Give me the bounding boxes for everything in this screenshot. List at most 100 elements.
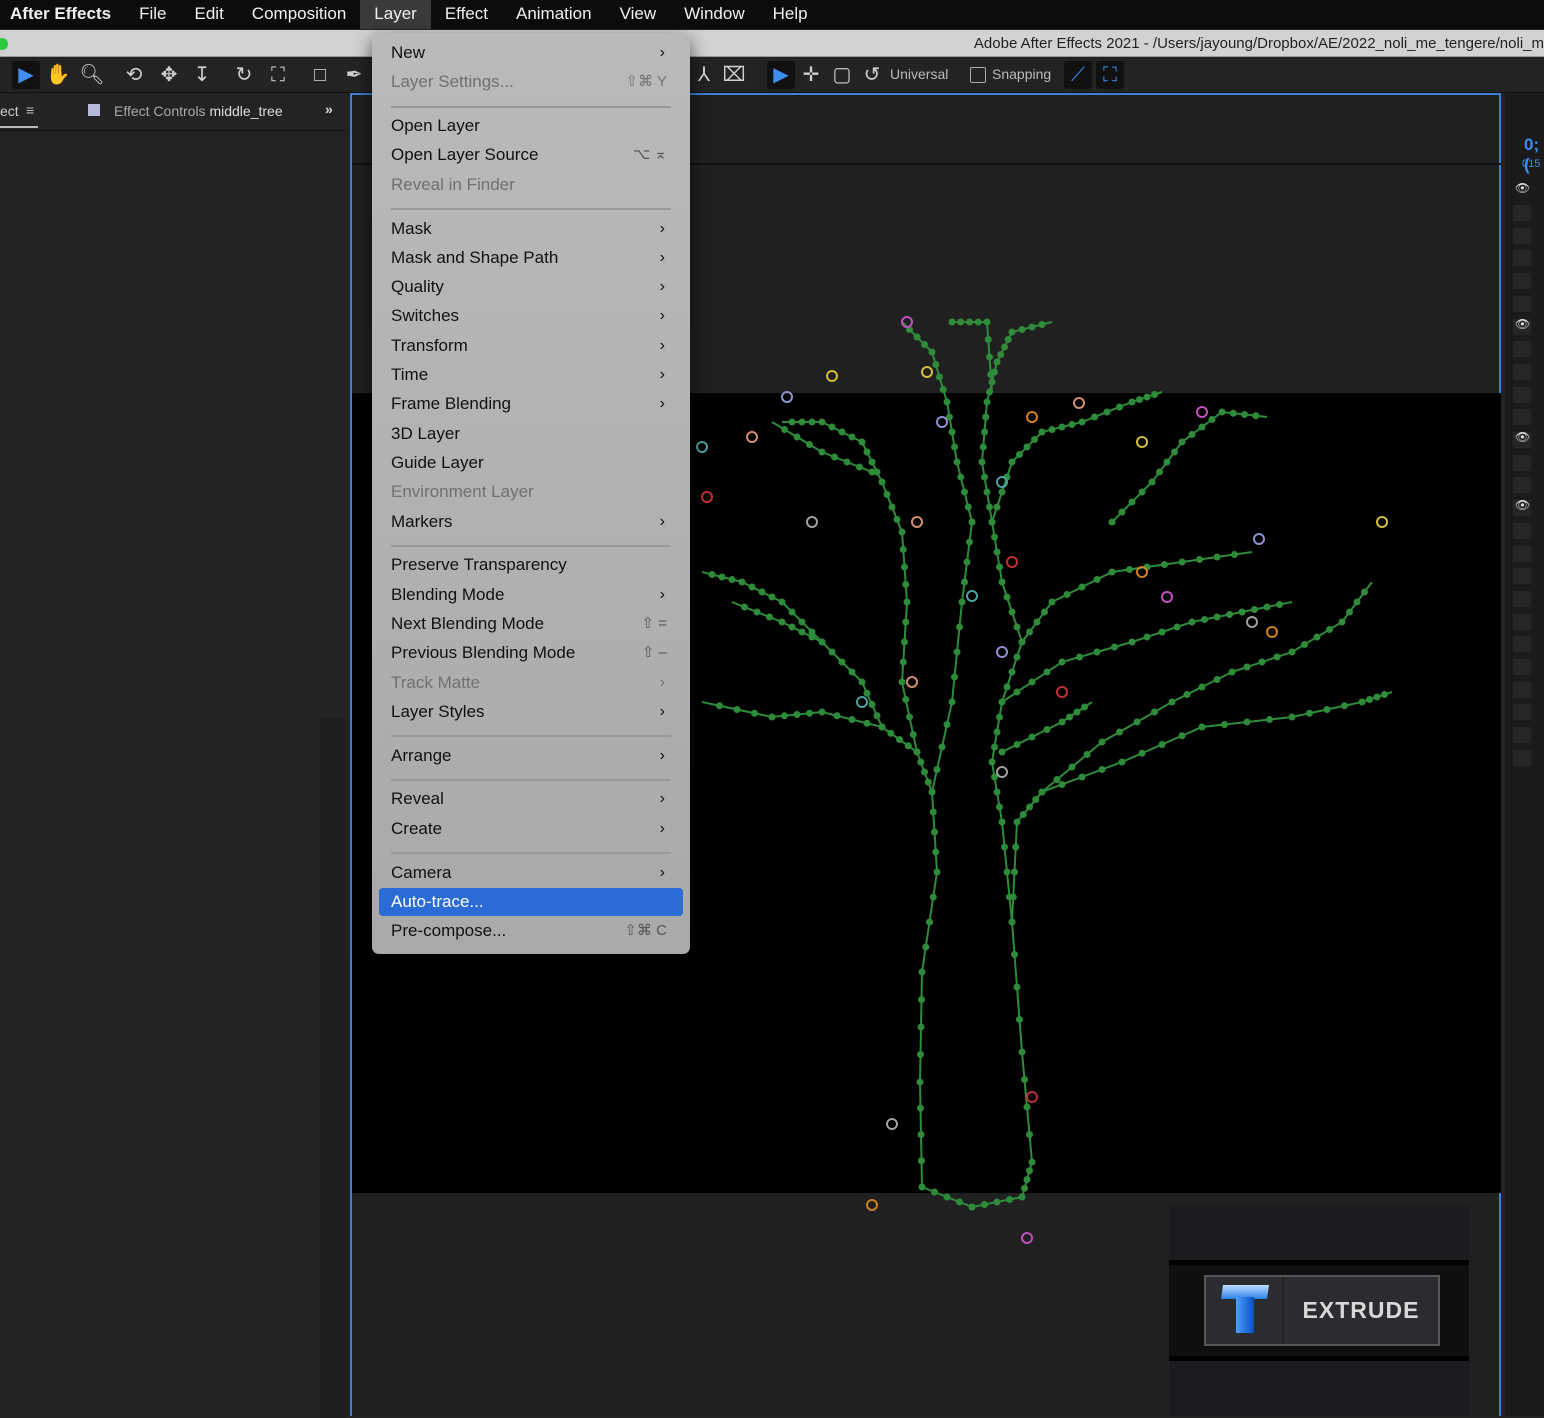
eye-icon[interactable]: 👁︎ xyxy=(1515,430,1530,444)
local-axis-select-icon[interactable]: ▶ xyxy=(767,61,795,89)
menu-item-preserve-transparency[interactable]: Preserve Transparency xyxy=(379,551,683,579)
scrollbar[interactable] xyxy=(320,718,345,1418)
menu-item-new[interactable]: New › xyxy=(379,39,683,67)
menu-effect[interactable]: Effect xyxy=(431,0,502,29)
menu-item-guide-layer[interactable]: Guide Layer xyxy=(379,449,683,477)
axis-mode-label[interactable]: Universal xyxy=(890,66,948,82)
layer-switch[interactable] xyxy=(1513,477,1531,494)
eye-icon[interactable]: 👁︎ xyxy=(1515,181,1530,195)
puppet-starch-tool-icon[interactable]: ⌧ xyxy=(720,61,748,89)
menu-item-arrange[interactable]: Arrange › xyxy=(379,742,683,770)
layer-switch[interactable] xyxy=(1513,590,1531,607)
menu-file[interactable]: File xyxy=(125,0,180,29)
motion-point xyxy=(1246,616,1258,628)
layer-switch[interactable] xyxy=(1513,409,1531,426)
eye-icon[interactable]: 👁︎ xyxy=(1515,498,1530,512)
menu-item-blending-mode[interactable]: Blending Mode › xyxy=(379,581,683,609)
menu-item-time[interactable]: Time › xyxy=(379,361,683,389)
layer-switch[interactable] xyxy=(1513,295,1531,312)
path-vertex xyxy=(1221,721,1228,728)
rectangle-tool-icon[interactable]: □ xyxy=(306,61,334,89)
effect-controls-tab[interactable]: Effect Controls middle_tree xyxy=(114,103,283,119)
menu-item-camera[interactable]: Camera › xyxy=(379,859,683,887)
snapping-label[interactable]: Snapping xyxy=(992,66,1051,82)
panel-menu-icon[interactable]: ≡ xyxy=(26,102,34,118)
menu-item-layer-settings[interactable]: Layer Settings... ⇧⌘ Y xyxy=(379,68,683,96)
path-vertex xyxy=(983,488,991,496)
zoom-tool-icon[interactable]: 🔍︎ xyxy=(78,61,106,89)
menu-item-transform[interactable]: Transform › xyxy=(379,332,683,360)
layer-switch[interactable] xyxy=(1513,704,1531,721)
layer-switch[interactable] xyxy=(1513,250,1531,267)
menu-view[interactable]: View xyxy=(606,0,671,29)
extrude-button[interactable]: EXTRUDE xyxy=(1204,1275,1440,1346)
path-vertex xyxy=(1353,598,1361,606)
path-vertex xyxy=(1043,668,1051,676)
menu-edit[interactable]: Edit xyxy=(181,0,238,29)
menu-item-create[interactable]: Create › xyxy=(379,815,683,843)
layer-switch[interactable] xyxy=(1513,659,1531,675)
move-axis-icon[interactable]: ✛ xyxy=(797,61,825,89)
orbit-camera-tool-icon[interactable]: ⟲ xyxy=(120,61,148,89)
project-tab[interactable]: ect xyxy=(0,103,19,119)
snap-features-icon[interactable]: ⛶ xyxy=(1096,61,1124,89)
menu-item-pre-compose[interactable]: Pre-compose... ⇧⌘ C xyxy=(379,917,683,945)
layer-switch[interactable] xyxy=(1513,545,1531,562)
layer-switch[interactable] xyxy=(1513,205,1531,221)
menu-item-mask[interactable]: Mask › xyxy=(379,215,683,243)
menu-window[interactable]: Window xyxy=(670,0,758,29)
menu-composition[interactable]: Composition xyxy=(238,0,361,29)
pan-behind-tool-icon[interactable]: ⛶ xyxy=(264,61,292,89)
menu-app[interactable]: After Effects xyxy=(0,0,125,29)
menu-item-3d-layer[interactable]: 3D Layer xyxy=(379,420,683,448)
menu-item-frame-blending[interactable]: Frame Blending › xyxy=(379,390,683,418)
layer-switch[interactable] xyxy=(1513,522,1531,539)
menu-item-markers[interactable]: Markers › xyxy=(379,508,683,536)
hand-tool-icon[interactable]: ✋ xyxy=(44,61,72,89)
tree-branch xyxy=(980,321,1053,523)
layer-switch[interactable] xyxy=(1513,341,1531,358)
layer-switch[interactable] xyxy=(1513,727,1531,744)
layer-switch[interactable] xyxy=(1513,568,1531,585)
layer-switch[interactable] xyxy=(1513,636,1531,653)
menu-animation[interactable]: Animation xyxy=(502,0,606,29)
window-maximize-button[interactable] xyxy=(0,38,8,50)
layer-switch[interactable] xyxy=(1513,613,1531,630)
menu-item-switches[interactable]: Switches › xyxy=(379,302,683,330)
menu-item-reveal-in-finder[interactable]: Reveal in Finder xyxy=(379,171,683,199)
menu-help[interactable]: Help xyxy=(759,0,822,29)
pen-tool-icon[interactable]: ✒ xyxy=(340,61,368,89)
pan-camera-tool-icon[interactable]: ✥ xyxy=(155,61,183,89)
path-vertex xyxy=(1038,321,1046,328)
menu-item-reveal[interactable]: Reveal › xyxy=(379,785,683,813)
eye-icon[interactable]: 👁︎ xyxy=(1515,317,1530,331)
menu-item-auto-trace[interactable]: Auto-trace... xyxy=(379,887,683,916)
menu-item-open-layer-source[interactable]: Open Layer Source ⌥ ⌅ xyxy=(379,141,683,169)
puppet-pin-tool-icon[interactable]: ⅄ xyxy=(690,61,718,89)
menu-item-next-blending-mode[interactable]: Next Blending Mode ⇧ = xyxy=(379,610,683,638)
menu-item-mask-and-shape-path[interactable]: Mask and Shape Path › xyxy=(379,244,683,272)
selection-tool-icon[interactable]: ▶ xyxy=(12,61,40,89)
layer-switch[interactable] xyxy=(1513,749,1531,766)
menu-item-environment-layer[interactable]: Environment Layer xyxy=(379,478,683,506)
menu-item-track-matte[interactable]: Track Matte › xyxy=(379,669,683,697)
rotate-axis-icon[interactable]: ↺ xyxy=(858,61,886,89)
dolly-camera-tool-icon[interactable]: ↧ xyxy=(188,61,216,89)
menu-layer[interactable]: Layer xyxy=(360,0,431,29)
more-tabs-icon[interactable]: » xyxy=(325,101,333,117)
rotation-tool-icon[interactable]: ↻ xyxy=(230,61,258,89)
scale-axis-icon[interactable]: ▢ xyxy=(828,61,856,89)
snap-edges-icon[interactable]: ⟋ xyxy=(1064,61,1092,89)
layer-switch[interactable] xyxy=(1513,273,1531,290)
layer-switch[interactable] xyxy=(1513,227,1531,244)
layer-switch[interactable] xyxy=(1513,363,1531,380)
menu-item-quality[interactable]: Quality › xyxy=(379,273,683,301)
menu-item-open-layer[interactable]: Open Layer xyxy=(379,112,683,140)
menu-item-previous-blending-mode[interactable]: Previous Blending Mode ⇧ – xyxy=(379,639,683,667)
snapping-checkbox[interactable] xyxy=(970,67,986,83)
layer-switch[interactable] xyxy=(1513,681,1531,698)
menu-item-layer-styles[interactable]: Layer Styles › xyxy=(379,698,683,726)
path-vertex xyxy=(1026,628,1033,636)
layer-switch[interactable] xyxy=(1513,454,1531,471)
layer-switch[interactable] xyxy=(1513,386,1531,403)
